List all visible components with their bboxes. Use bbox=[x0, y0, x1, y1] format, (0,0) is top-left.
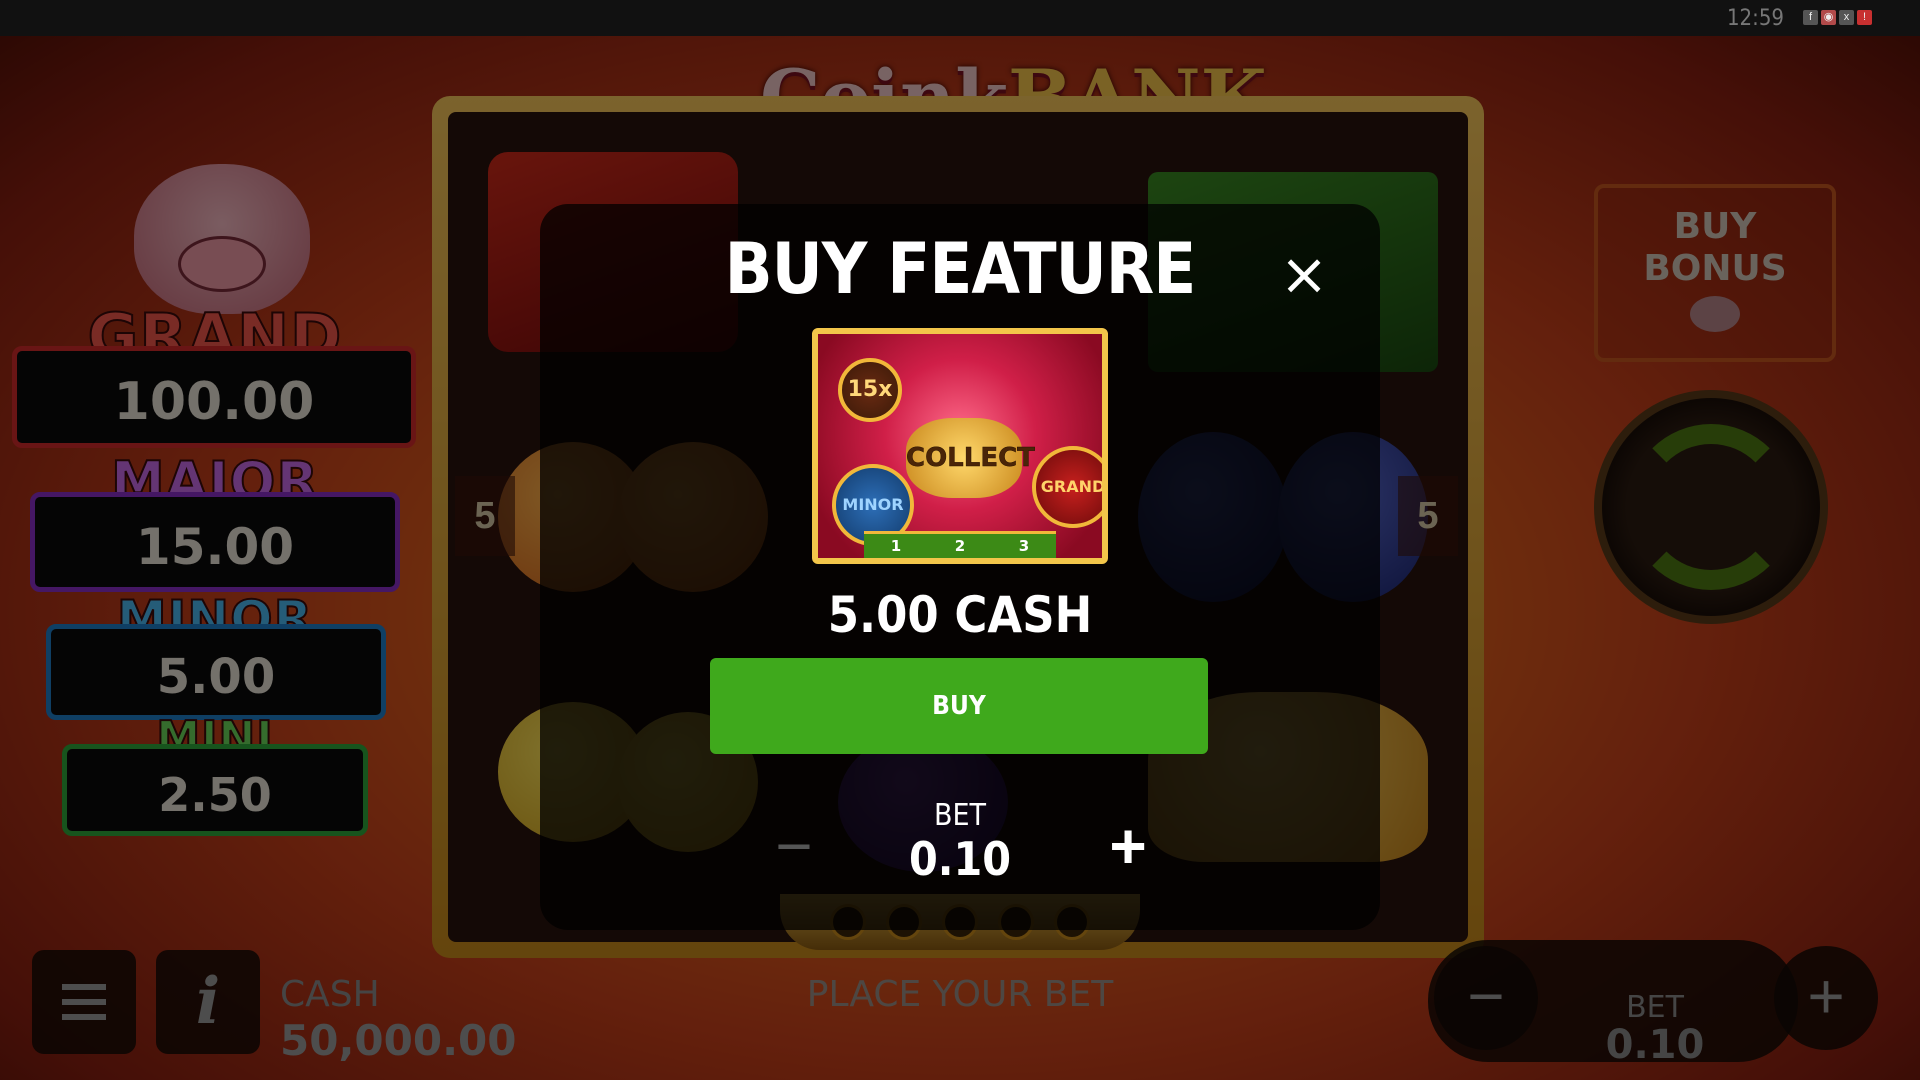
feature-price: 5.00 CASH bbox=[827, 586, 1093, 644]
modal-bet-increase-button[interactable]: + bbox=[1098, 814, 1158, 878]
x-icon: x bbox=[1839, 10, 1854, 25]
clock: 12:59 bbox=[1726, 6, 1784, 31]
modal-bet-label: BET bbox=[933, 798, 987, 833]
step-label: 3 bbox=[1018, 537, 1030, 555]
notification-icon: ! bbox=[1857, 10, 1872, 25]
multiplier-badge: 15x bbox=[838, 358, 902, 422]
feature-preview-image: 15x COLLECT MINOR GRAND 1 2 3 bbox=[812, 328, 1108, 564]
messenger-icon: ◉ bbox=[1821, 10, 1836, 25]
buy-feature-modal: BUY FEATURE × 15x COLLECT MINOR GRAND 1 … bbox=[540, 204, 1380, 930]
step-label: 2 bbox=[954, 537, 966, 555]
facebook-icon: f bbox=[1803, 10, 1818, 25]
collect-badge: COLLECT bbox=[906, 418, 1035, 498]
status-icons: f ◉ x ! bbox=[1803, 10, 1872, 25]
game-stage: CoinkBANK 5 5 GRAND 100.00 MAJOR 15.00 M… bbox=[0, 36, 1920, 1080]
modal-bet-decrease-button[interactable]: − bbox=[764, 814, 824, 878]
grand-badge: GRAND bbox=[1032, 446, 1102, 528]
step-label: 1 bbox=[890, 537, 902, 555]
close-button[interactable]: × bbox=[1274, 244, 1334, 304]
modal-title: BUY FEATURE bbox=[724, 228, 1197, 310]
feature-steps: 1 2 3 bbox=[864, 531, 1056, 558]
status-bar: 12:59 f ◉ x ! bbox=[0, 0, 1920, 36]
modal-bet-value: 0.10 bbox=[908, 832, 1012, 886]
buy-button[interactable]: BUY bbox=[710, 658, 1208, 754]
